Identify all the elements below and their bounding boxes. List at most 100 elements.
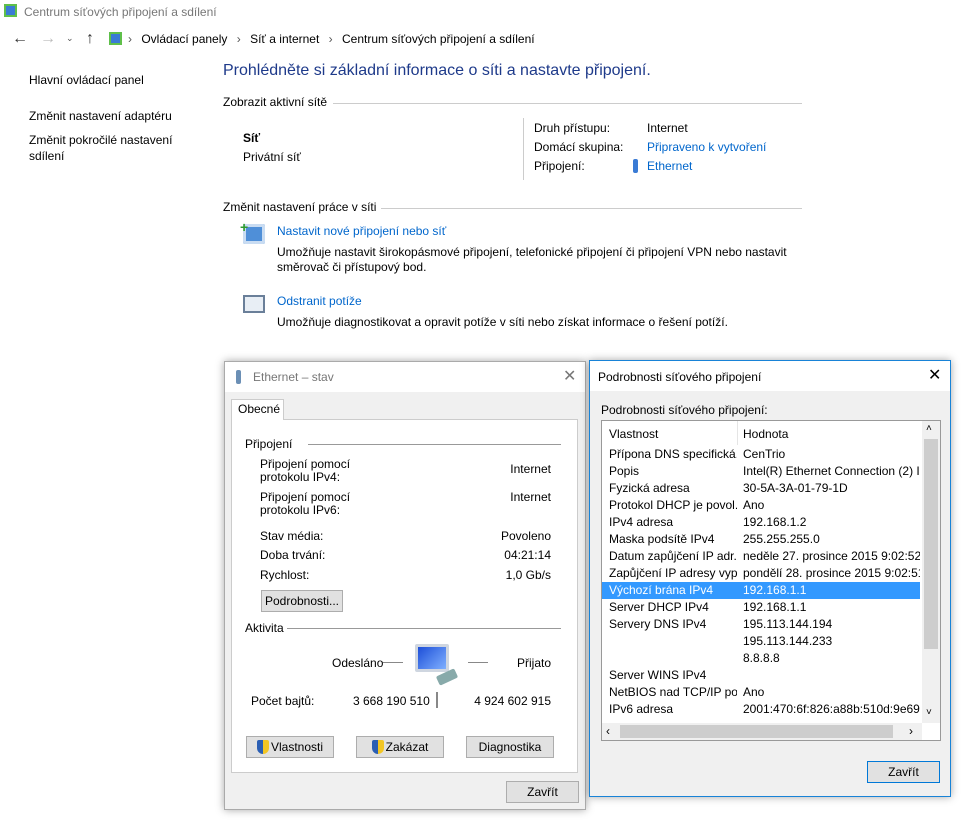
table-row[interactable]: IPv6 adresa 2001:470:6f:826:a88b:510d:9e6… — [602, 701, 920, 718]
table-row[interactable]: Fyzická adresa 30-5A-3A-01-79-1D — [602, 480, 920, 497]
sidebar-item-control-panel-home[interactable]: Hlavní ovládací panel — [29, 73, 144, 87]
value-cell: 192.168.1.1 — [743, 583, 807, 597]
table-row[interactable]: 195.113.144.233 — [602, 633, 920, 650]
control-panel-icon — [109, 32, 122, 45]
property-cell: Datum zapůjčení IP adr... — [609, 549, 737, 563]
property-cell: Přípona DNS specifická... — [609, 447, 737, 461]
ethernet-icon — [633, 159, 638, 173]
vertical-scrollbar[interactable]: ˄ ˅ — [922, 421, 940, 723]
breadcrumb-control-panel[interactable]: Ovládací panely — [141, 32, 227, 46]
table-row[interactable]: Maska podsítě IPv4 255.255.255.0 — [602, 531, 920, 548]
bytes-sent: 3 668 190 510 — [353, 694, 430, 708]
active-networks-header: Zobrazit aktivní sítě — [223, 95, 328, 109]
ethernet-link[interactable]: Ethernet — [647, 159, 692, 173]
back-button[interactable]: ← — [12, 30, 28, 48]
table-row[interactable]: Přípona DNS specifická... CenTrio — [602, 446, 920, 463]
connection-label: Připojení: — [534, 159, 585, 173]
access-type-value: Internet — [647, 121, 688, 135]
details-button[interactable]: Podrobnosti... — [261, 590, 343, 612]
disable-button[interactable]: Zakázat — [356, 736, 444, 758]
property-cell: Server WINS IPv4 — [609, 668, 707, 682]
bytes-label: Počet bajtů: — [251, 694, 315, 708]
details-listview[interactable]: Vlastnost Hodnota Přípona DNS specifická… — [601, 420, 941, 741]
table-row[interactable]: Popis Intel(R) Ethernet Connection (2) I2… — [602, 463, 920, 480]
close-icon[interactable]: ✕ — [563, 366, 576, 386]
table-row[interactable]: Servery DNS IPv4 195.113.144.194 — [602, 616, 920, 633]
table-row[interactable]: Zapůjčení IP adresy vyp... pondělí 28. pr… — [602, 565, 920, 582]
property-cell: Výchozí brána IPv4 — [609, 583, 714, 597]
network-name: Síť — [243, 131, 261, 145]
table-row[interactable]: 8.8.8.8 — [602, 650, 920, 667]
homegroup-label: Domácí skupina: — [534, 140, 624, 154]
recent-dropdown-icon[interactable]: ⌄ — [66, 33, 74, 44]
homegroup-link[interactable]: Připraveno k vytvoření — [647, 140, 766, 154]
connection-details-dialog: Podrobnosti síťového připojení ✕ Podrobn… — [589, 360, 951, 797]
table-row[interactable]: NetBIOS nad TCP/IP po... Ano — [602, 684, 920, 701]
received-label: Přijato — [516, 656, 551, 670]
dialog-title: Podrobnosti síťového připojení — [598, 370, 762, 384]
breadcrumb-network-center[interactable]: Centrum síťových připojení a sdílení — [342, 32, 535, 46]
forward-button[interactable]: → — [40, 30, 56, 48]
troubleshoot-link[interactable]: Odstranit potíže — [277, 294, 362, 308]
activity-group-label: Aktivita — [245, 621, 284, 635]
speed-value: 1,0 Gb/s — [505, 568, 551, 582]
value-cell: 192.168.1.1 — [743, 600, 807, 614]
table-row[interactable]: Výchozí brána IPv4 192.168.1.1 — [602, 582, 920, 599]
value-cell: 8.8.8.8 — [743, 651, 780, 665]
sidebar-item-advanced-sharing[interactable]: Změnit pokročilé nastavení sdílení — [29, 132, 189, 164]
ethernet-icon — [236, 370, 241, 384]
up-button[interactable]: ↑ — [86, 30, 94, 48]
network-type: Privátní síť — [243, 150, 301, 164]
breadcrumb-network-internet[interactable]: Síť a internet — [250, 32, 319, 46]
diagnose-button[interactable]: Diagnostika — [466, 736, 554, 758]
scroll-down-icon[interactable]: ˅ — [926, 707, 932, 718]
scroll-thumb-h[interactable] — [620, 725, 893, 738]
close-button[interactable]: Zavřít — [506, 781, 579, 803]
table-row[interactable]: Datum zapůjčení IP adr... neděle 27. pros… — [602, 548, 920, 565]
network-computers-icon — [415, 644, 449, 672]
value-cell: 195.113.144.194 — [743, 617, 833, 631]
ipv6-label: Připojení pomocí — [260, 490, 351, 504]
column-header-property[interactable]: Vlastnost — [609, 427, 658, 441]
breadcrumb-sep: › — [236, 32, 241, 46]
tab-general[interactable]: Obecné — [231, 399, 284, 420]
table-row[interactable]: Server DHCP IPv4 192.168.1.1 — [602, 599, 920, 616]
property-cell: Servery DNS IPv4 — [609, 617, 707, 631]
uac-shield-icon — [371, 740, 384, 754]
page-title: Prohlédněte si základní informace o síti… — [223, 62, 651, 79]
details-label: Podrobnosti síťového připojení: — [601, 403, 768, 417]
column-header-value[interactable]: Hodnota — [743, 427, 788, 441]
value-cell: 192.168.1.2 — [743, 515, 807, 529]
close-icon[interactable]: ✕ — [928, 365, 941, 385]
properties-label: Vlastnosti — [270, 740, 324, 754]
table-row[interactable]: IPv4 adresa 192.168.1.2 — [602, 514, 920, 531]
scroll-up-icon[interactable]: ˄ — [926, 423, 932, 434]
horizontal-scrollbar[interactable]: ‹ › — [602, 723, 922, 740]
troubleshoot-desc: Umožňuje diagnostikovat a opravit potíže… — [277, 315, 728, 329]
scroll-right-icon[interactable]: › — [909, 724, 913, 738]
value-cell: pondělí 28. prosince 2015 9:02:51 — [743, 566, 920, 580]
troubleshoot-icon — [243, 295, 265, 313]
scroll-left-icon[interactable]: ‹ — [606, 724, 610, 738]
table-row[interactable]: Protokol DHCP je povol... Ano — [602, 497, 920, 514]
close-button[interactable]: Zavřít — [867, 761, 940, 783]
value-cell: 2001:470:6f:826:a88b:510d:9e69:863 — [743, 702, 920, 716]
new-connection-desc: Umožňuje nastavit širokopásmové připojen… — [277, 245, 787, 259]
table-row[interactable]: Server WINS IPv4 — [602, 667, 920, 684]
network-icon — [4, 4, 17, 17]
disable-label: Zakázat — [385, 740, 429, 754]
value-cell: 195.113.144.233 — [743, 634, 833, 648]
property-cell: Server DHCP IPv4 — [609, 600, 709, 614]
property-cell: Maska podsítě IPv4 — [609, 532, 715, 546]
property-cell: Fyzická adresa — [609, 481, 690, 495]
sidebar-item-adapter-settings[interactable]: Změnit nastavení adaptéru — [29, 109, 172, 123]
ipv4-label-2: protokolu IPv4: — [260, 470, 341, 484]
properties-button[interactable]: Vlastnosti — [246, 736, 334, 758]
ipv4-value: Internet — [510, 462, 551, 476]
scroll-thumb[interactable] — [924, 439, 938, 649]
value-cell: Intel(R) Ethernet Connection (2) I219-V — [743, 464, 920, 478]
new-connection-link[interactable]: Nastavit nové připojení nebo síť — [277, 224, 446, 238]
media-label: Stav média: — [260, 529, 324, 543]
access-type-label: Druh přístupu: — [534, 121, 611, 135]
speed-label: Rychlost: — [260, 568, 310, 582]
